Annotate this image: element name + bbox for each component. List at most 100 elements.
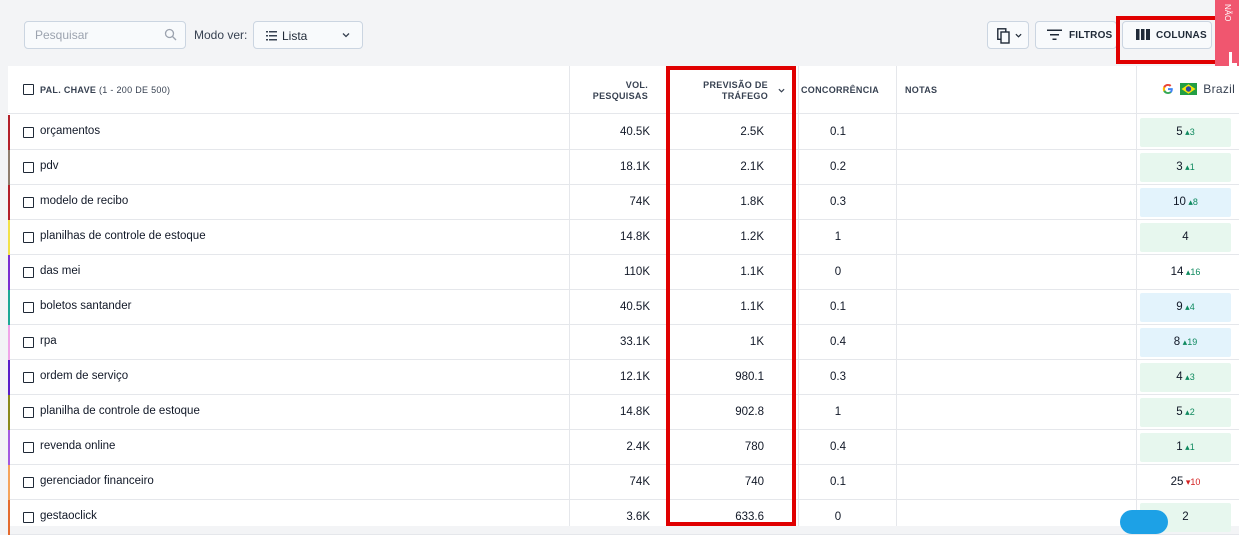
row-rank[interactable]: 5 ▴3 xyxy=(1140,118,1231,147)
search-box[interactable] xyxy=(24,21,186,49)
row-competition: 0.1 xyxy=(830,126,846,138)
row-checkbox[interactable] xyxy=(23,197,34,208)
table-row[interactable]: gestaoclick 3.6K 633.6 0 2 xyxy=(8,500,1239,535)
row-rank[interactable]: 4 xyxy=(1140,223,1231,252)
keywords-table: PAL. CHAVE (1 - 200 DE 500) VOL. PESQUIS… xyxy=(8,66,1239,535)
row-volume: 12.1K xyxy=(619,371,650,383)
row-rank-delta-value: 1 xyxy=(1189,442,1195,452)
table-row[interactable]: ordem de serviço 12.1K 980.1 0.3 4 ▴3 xyxy=(8,360,1239,395)
row-color-bar xyxy=(8,220,10,255)
row-competition: 0.4 xyxy=(830,336,846,348)
row-rank[interactable]: 4 ▴3 xyxy=(1140,363,1231,392)
col-keyword[interactable]: PAL. CHAVE (1 - 200 DE 500) xyxy=(40,85,170,95)
row-checkbox[interactable] xyxy=(23,442,34,453)
col-competition[interactable]: CONCORRÊNCIA xyxy=(801,85,879,95)
chat-icon[interactable] xyxy=(1120,510,1168,534)
row-color-bar xyxy=(8,430,10,465)
row-volume: 2.4K xyxy=(626,441,650,453)
row-checkbox[interactable] xyxy=(23,127,34,138)
col-volume-line1: VOL. xyxy=(625,80,648,90)
filters-button[interactable]: FILTROS xyxy=(1035,21,1117,49)
col-volume-line2: PESQUISAS xyxy=(592,91,648,101)
table-row[interactable]: gerenciador financeiro 74K 740 0.1 25 ▾10 xyxy=(8,465,1239,500)
row-checkbox[interactable] xyxy=(23,372,34,383)
row-keyword[interactable]: modelo de recibo xyxy=(40,195,128,207)
row-rank[interactable]: 8 ▴19 xyxy=(1140,328,1231,357)
traffic-column-highlight xyxy=(666,66,796,526)
row-rank[interactable]: 3 ▴1 xyxy=(1140,153,1231,182)
row-rank-delta-value: 19 xyxy=(1187,337,1198,347)
row-rank-delta-value: 16 xyxy=(1190,267,1201,277)
table-row[interactable]: das mei 110K 1.1K 0 14 ▴16 xyxy=(8,255,1239,290)
row-keyword[interactable]: gerenciador financeiro xyxy=(40,475,154,487)
row-checkbox[interactable] xyxy=(23,267,34,278)
row-rank-delta: ▴4 xyxy=(1182,302,1195,312)
row-competition: 0 xyxy=(834,511,842,523)
row-checkbox[interactable] xyxy=(23,512,34,523)
copy-button[interactable] xyxy=(987,21,1029,49)
row-color-bar xyxy=(8,290,10,325)
row-rank[interactable]: 1 ▴1 xyxy=(1140,433,1231,462)
view-mode-label: Modo ver: xyxy=(194,28,248,42)
row-volume: 14.8K xyxy=(619,406,650,418)
list-icon xyxy=(266,31,277,41)
row-keyword[interactable]: ordem de serviço xyxy=(40,370,128,382)
side-tab-mark xyxy=(1229,52,1237,66)
row-checkbox[interactable] xyxy=(23,337,34,348)
row-volume: 40.5K xyxy=(619,301,650,313)
row-keyword[interactable]: revenda online xyxy=(40,440,115,452)
table-row[interactable]: pdv 18.1K 2.1K 0.2 3 ▴1 xyxy=(8,150,1239,185)
row-rank[interactable]: 10 ▴8 xyxy=(1140,188,1231,217)
row-rank-value: 4 xyxy=(1182,231,1189,243)
row-rank-delta: ▴3 xyxy=(1182,127,1195,137)
table-row[interactable]: boletos santander 40.5K 1.1K 0.1 9 ▴4 xyxy=(8,290,1239,325)
row-checkbox[interactable] xyxy=(23,232,34,243)
row-checkbox[interactable] xyxy=(23,302,34,313)
toolbar: Modo ver: Lista FILTROS COLUNAS NÃO xyxy=(0,0,1239,78)
search-input[interactable] xyxy=(25,22,155,48)
row-competition: 0.4 xyxy=(830,441,846,453)
row-rank[interactable]: 25 ▾10 xyxy=(1140,468,1231,497)
row-keyword[interactable]: planilha de controle de estoque xyxy=(40,405,200,417)
row-rank[interactable]: 5 ▴2 xyxy=(1140,398,1231,427)
row-keyword[interactable]: pdv xyxy=(40,160,59,172)
table-row[interactable]: planilhas de controle de estoque 14.8K 1.2… xyxy=(8,220,1239,255)
row-rank-delta: ▴1 xyxy=(1182,162,1195,172)
side-tab-text: NÃO xyxy=(1223,4,1232,22)
row-keyword[interactable]: orçamentos xyxy=(40,125,100,137)
search-icon[interactable] xyxy=(164,28,177,41)
row-rank-delta: ▴3 xyxy=(1182,372,1195,382)
col-rank[interactable]: Brazil xyxy=(1162,82,1235,96)
row-keyword[interactable]: boletos santander xyxy=(40,300,131,312)
row-rank-value: 10 xyxy=(1173,196,1186,208)
table-row[interactable]: modelo de recibo 74K 1.8K 0.3 10 ▴8 xyxy=(8,185,1239,220)
row-keyword[interactable]: das mei xyxy=(40,265,80,277)
brazil-flag-icon xyxy=(1179,83,1197,95)
row-volume: 110K xyxy=(623,266,650,278)
row-checkbox[interactable] xyxy=(23,407,34,418)
row-checkbox[interactable] xyxy=(23,162,34,173)
col-volume[interactable]: VOL. PESQUISAS xyxy=(578,80,648,102)
row-keyword[interactable]: planilhas de controle de estoque xyxy=(40,230,206,242)
col-keyword-label: PAL. CHAVE xyxy=(40,85,97,95)
row-competition: 1 xyxy=(834,406,842,418)
table-row[interactable]: planilha de controle de estoque 14.8K 902.… xyxy=(8,395,1239,430)
col-notes[interactable]: NOTAS xyxy=(905,85,937,95)
table-row[interactable]: orçamentos 40.5K 2.5K 0.1 5 ▴3 xyxy=(8,115,1239,150)
row-volume: 33.1K xyxy=(619,336,650,348)
select-all-checkbox[interactable] xyxy=(23,84,34,95)
table-row[interactable]: revenda online 2.4K 780 0.4 1 ▴1 xyxy=(8,430,1239,465)
row-checkbox[interactable] xyxy=(23,477,34,488)
row-rank-delta: ▴16 xyxy=(1183,267,1201,277)
row-color-bar xyxy=(8,465,10,500)
row-rank[interactable]: 9 ▴4 xyxy=(1140,293,1231,322)
row-keyword[interactable]: gestaoclick xyxy=(40,510,97,522)
row-rank-delta-value: 10 xyxy=(1190,477,1201,487)
view-mode-value: Lista xyxy=(282,29,308,43)
table-header: PAL. CHAVE (1 - 200 DE 500) VOL. PESQUIS… xyxy=(8,66,1239,114)
view-mode-select[interactable]: Lista xyxy=(253,21,363,49)
copy-icon xyxy=(997,28,1010,44)
row-rank[interactable]: 14 ▴16 xyxy=(1140,258,1231,287)
row-keyword[interactable]: rpa xyxy=(40,335,57,347)
table-row[interactable]: rpa 33.1K 1K 0.4 8 ▴19 xyxy=(8,325,1239,360)
